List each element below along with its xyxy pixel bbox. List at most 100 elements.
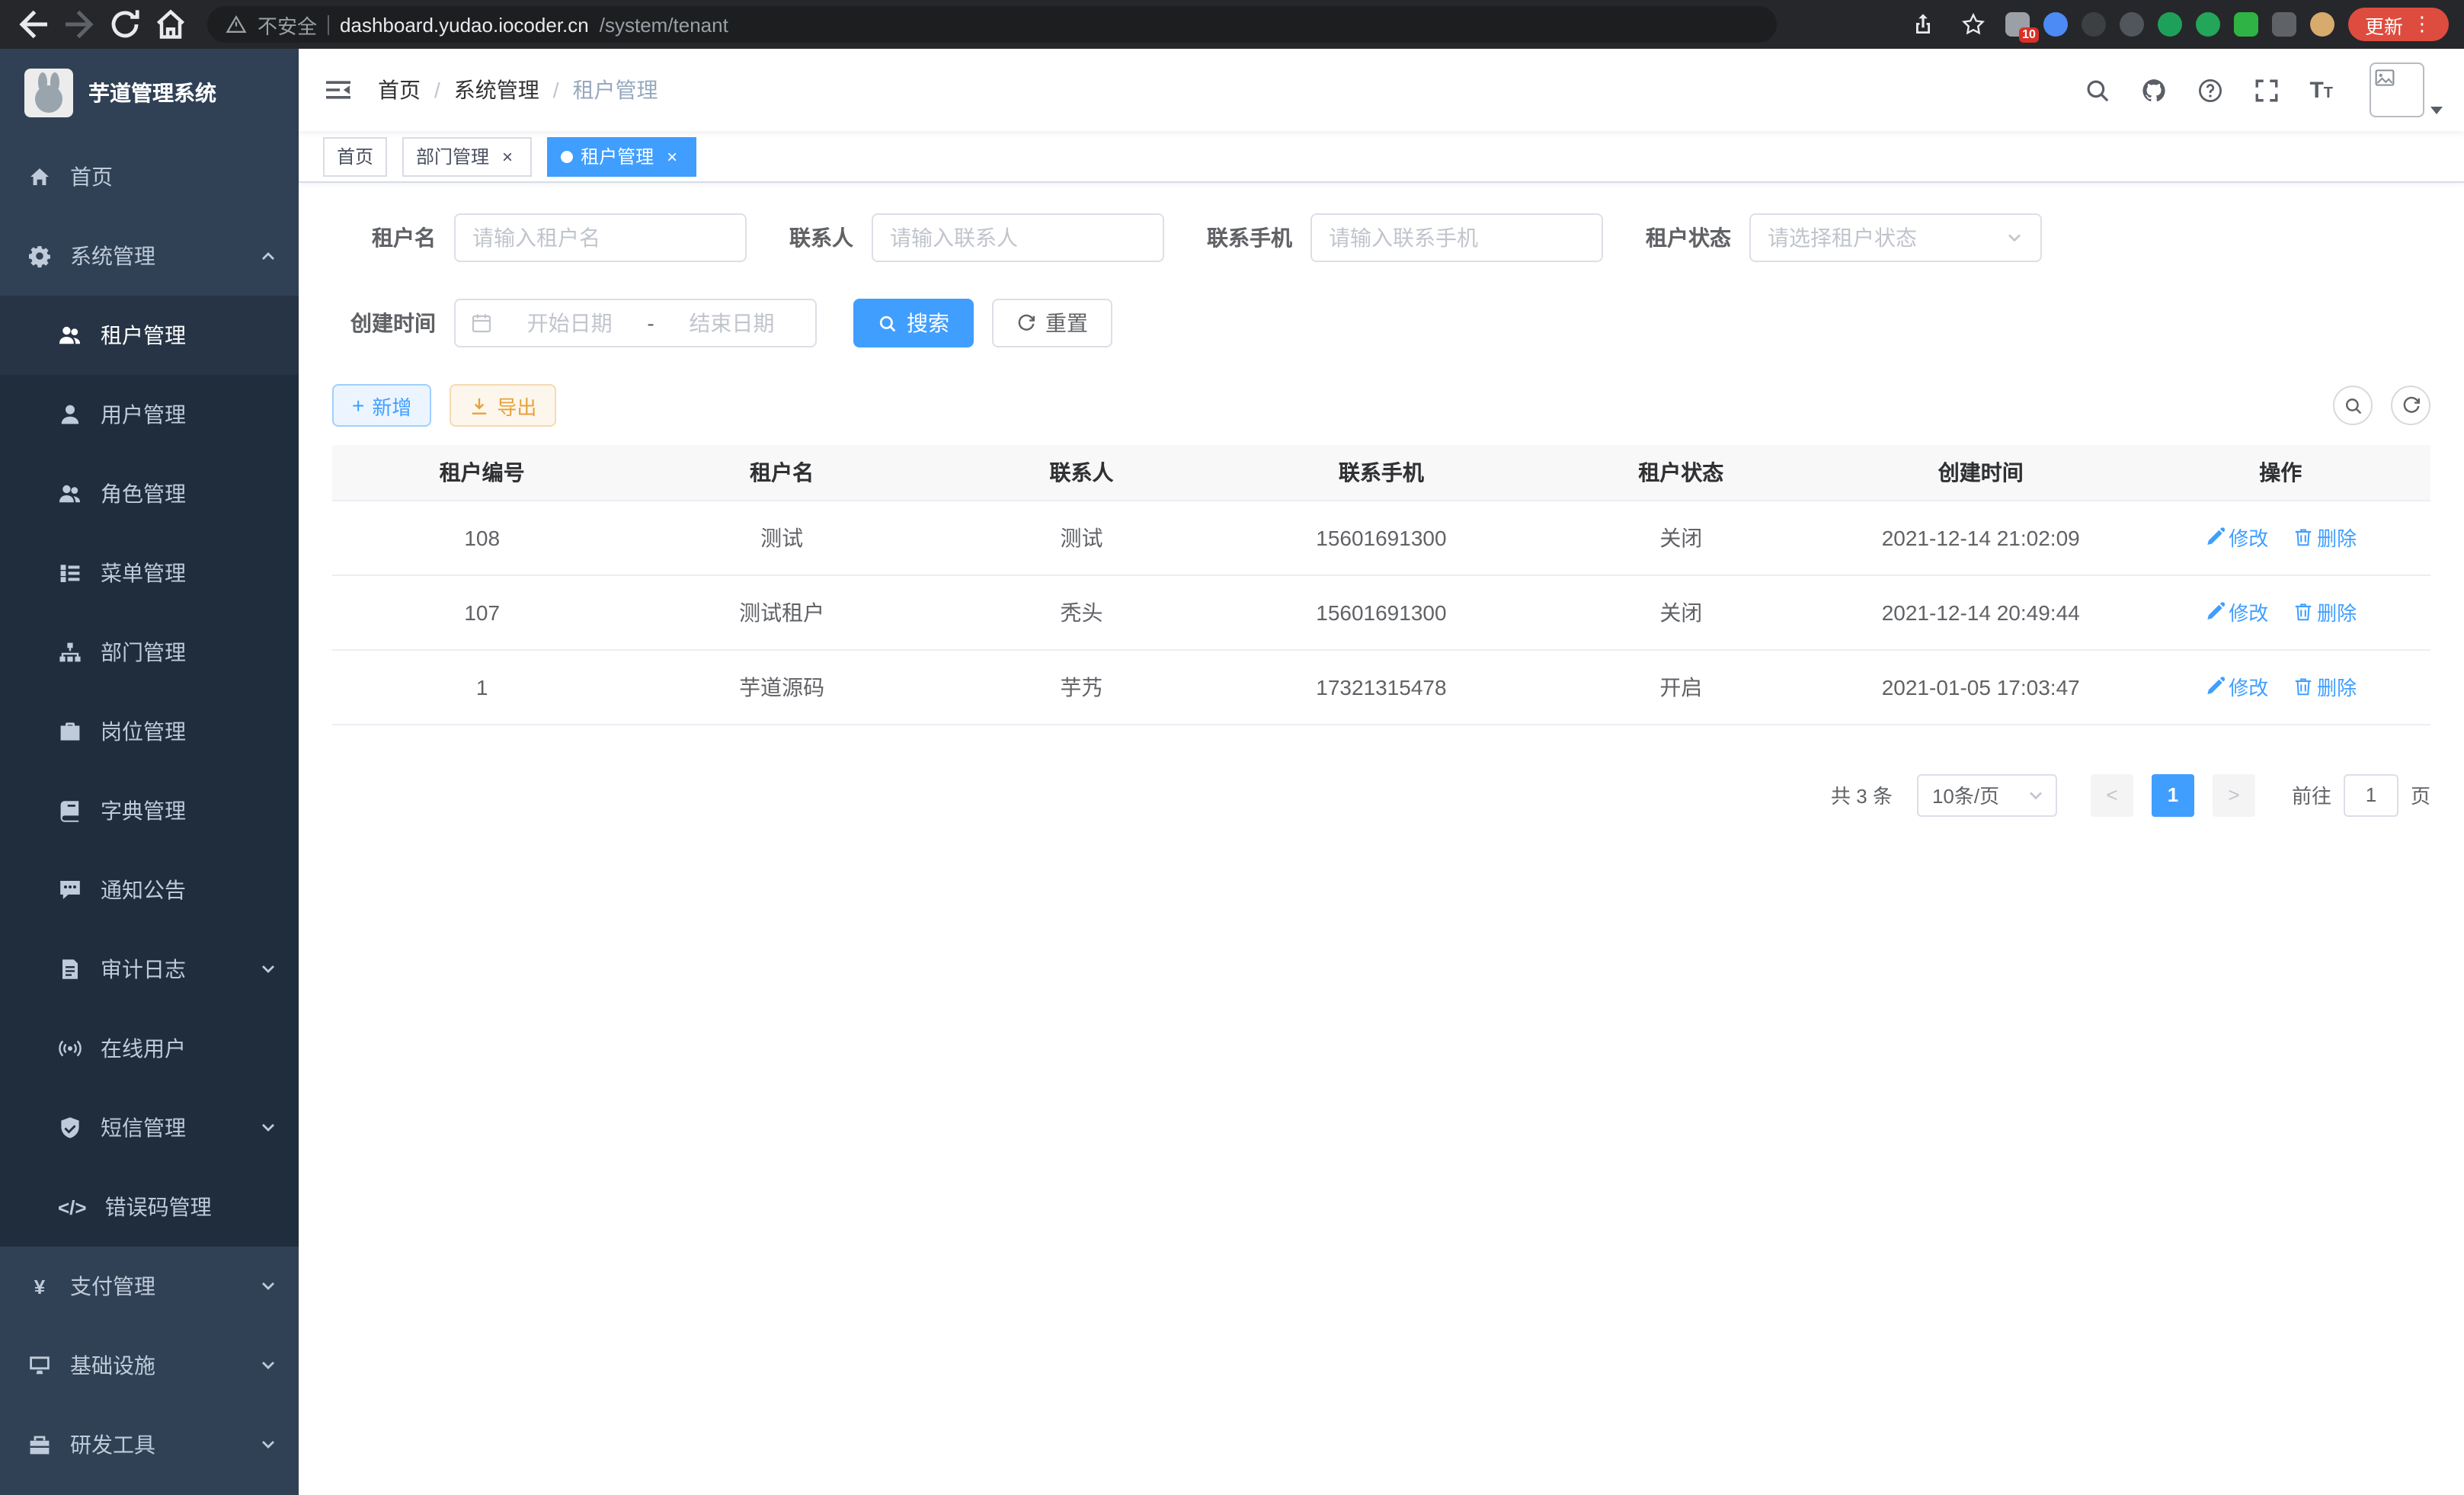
cell-mobile: 17321315478: [1231, 649, 1531, 724]
goto-page-input[interactable]: [2344, 773, 2398, 816]
sidebar-item-departments[interactable]: 部门管理: [0, 613, 299, 692]
add-button[interactable]: + 新增: [332, 384, 431, 427]
fullscreen-icon[interactable]: [2253, 77, 2279, 103]
sidebar-item-posts[interactable]: 岗位管理: [0, 692, 299, 771]
browser-back-icon[interactable]: [15, 6, 52, 43]
pencil-icon: [2204, 677, 2224, 696]
sidebar-item-online-users[interactable]: 在线用户: [0, 1009, 299, 1088]
prev-page-button[interactable]: <: [2091, 773, 2133, 816]
kebab-menu-icon[interactable]: ⋮: [2412, 12, 2432, 37]
sidebar-item-label: 岗位管理: [101, 716, 186, 747]
navbar-actions: TT: [2084, 62, 2440, 117]
extension-icon-4[interactable]: [2120, 12, 2144, 37]
signal-icon: [58, 1036, 82, 1061]
help-icon[interactable]: [2197, 77, 2222, 103]
contact-input[interactable]: [890, 226, 1146, 250]
reset-button[interactable]: 重置: [992, 299, 1112, 347]
close-icon[interactable]: ×: [661, 146, 683, 167]
extension-icon-1[interactable]: 10: [2005, 12, 2030, 37]
sidebar-logo[interactable]: 芋道管理系统: [0, 49, 299, 137]
extension-icon-7[interactable]: [2234, 12, 2258, 37]
sidebar-item-label: 租户管理: [101, 320, 186, 351]
tab-department[interactable]: 部门管理 ×: [402, 136, 532, 176]
cell-tenant-id: 107: [332, 575, 632, 649]
bookmark-star-icon[interactable]: [1955, 6, 1992, 43]
tenants-icon: [58, 323, 82, 347]
refresh-icon: [1016, 313, 1036, 333]
sidebar-item-notices[interactable]: 通知公告: [0, 850, 299, 930]
chevron-down-icon: [259, 1356, 277, 1375]
delete-link[interactable]: 删除: [2293, 672, 2357, 701]
table-row: 1 芋道源码 芋艿 17321315478 开启 2021-01-05 17:0…: [332, 649, 2430, 724]
profile-avatar-icon[interactable]: [2310, 12, 2334, 37]
sidebar-item-tenant[interactable]: 租户管理: [0, 296, 299, 375]
delete-link[interactable]: 删除: [2293, 597, 2357, 626]
delete-link[interactable]: 删除: [2293, 523, 2357, 552]
hamburger-icon[interactable]: [323, 75, 354, 105]
sidebar-item-dictionary[interactable]: 字典管理: [0, 771, 299, 850]
col-mobile: 联系手机: [1231, 445, 1531, 500]
sidebar-item-label: 首页: [70, 162, 113, 192]
book-icon: [58, 799, 82, 823]
user-avatar[interactable]: [2370, 62, 2424, 117]
github-icon[interactable]: [2140, 77, 2166, 103]
table-row: 108 测试 测试 15601691300 关闭 2021-12-14 21:0…: [332, 500, 2430, 575]
date-range-picker[interactable]: 开始日期 - 结束日期: [454, 299, 817, 347]
browser-refresh-icon[interactable]: [107, 6, 143, 43]
header-search-icon[interactable]: [2084, 77, 2110, 103]
sidebar-item-payment[interactable]: ¥ 支付管理: [0, 1247, 299, 1326]
toggle-search-icon[interactable]: [2333, 386, 2373, 425]
share-icon[interactable]: [1905, 6, 1941, 43]
sidebar-item-users[interactable]: 用户管理: [0, 375, 299, 454]
extension-icon-5[interactable]: [2158, 12, 2182, 37]
mobile-input[interactable]: [1329, 226, 1585, 250]
breadcrumb-home[interactable]: 首页: [378, 75, 421, 105]
sidebar-item-system[interactable]: 系统管理: [0, 216, 299, 296]
font-size-icon[interactable]: TT: [2309, 78, 2333, 101]
sidebar-item-label: 短信管理: [101, 1112, 186, 1143]
sidebar-item-dev-tools[interactable]: 研发工具: [0, 1405, 299, 1484]
cell-contact: 秃头: [932, 575, 1231, 649]
cell-contact: 芋艿: [932, 649, 1231, 724]
breadcrumb-system[interactable]: 系统管理: [454, 75, 539, 105]
cell-actions: 修改 删除: [2130, 500, 2430, 575]
add-button-label: 新增: [372, 391, 411, 420]
sidebar-item-audit-log[interactable]: 审计日志: [0, 930, 299, 1009]
extension-icon-2[interactable]: [2043, 12, 2068, 37]
filter-label: 租户状态: [1646, 222, 1731, 253]
cell-status: 关闭: [1531, 500, 1831, 575]
filter-label: 租户名: [332, 222, 436, 253]
browser-home-icon[interactable]: [152, 6, 189, 43]
chevron-down-icon: [259, 1436, 277, 1454]
sidebar-item-sms[interactable]: 短信管理: [0, 1088, 299, 1167]
sidebar-item-menus[interactable]: 菜单管理: [0, 533, 299, 613]
export-button[interactable]: 导出: [450, 384, 556, 427]
status-select[interactable]: 请选择租户状态: [1749, 213, 2042, 262]
url-bar[interactable]: 不安全 dashboard.yudao.iocoder.cn/system/te…: [207, 6, 1777, 43]
page-number-1[interactable]: 1: [2152, 773, 2194, 816]
sidebar-item-label: 部门管理: [101, 637, 186, 667]
sidebar-item-infrastructure[interactable]: 基础设施: [0, 1326, 299, 1405]
refresh-table-icon[interactable]: [2391, 386, 2430, 425]
close-icon[interactable]: ×: [497, 146, 518, 167]
edit-link[interactable]: 修改: [2204, 597, 2268, 626]
tenant-name-input[interactable]: [472, 226, 728, 250]
edit-link[interactable]: 修改: [2204, 523, 2268, 552]
tab-tenant[interactable]: 租户管理 ×: [547, 136, 696, 176]
page-size-select[interactable]: 10条/页: [1917, 773, 2057, 816]
tab-label: 租户管理: [581, 143, 654, 169]
search-button[interactable]: 搜索: [853, 299, 974, 347]
main-area: 首页 / 系统管理 / 租户管理: [299, 49, 2464, 1495]
extension-icon-6[interactable]: [2196, 12, 2220, 37]
extension-puzzle-icon[interactable]: [2272, 12, 2296, 37]
next-page-button[interactable]: >: [2213, 773, 2255, 816]
browser-forward-icon[interactable]: [61, 6, 98, 43]
edit-link[interactable]: 修改: [2204, 672, 2268, 701]
sidebar-item-roles[interactable]: 角色管理: [0, 454, 299, 533]
tab-home[interactable]: 首页: [323, 136, 387, 176]
url-host: dashboard.yudao.iocoder.cn: [340, 13, 589, 36]
sidebar-item-home[interactable]: 首页: [0, 137, 299, 216]
sidebar-item-error-codes[interactable]: </> 错误码管理: [0, 1167, 299, 1247]
extension-icon-3[interactable]: [2082, 12, 2106, 37]
chrome-update-button[interactable]: 更新 ⋮: [2348, 8, 2449, 41]
